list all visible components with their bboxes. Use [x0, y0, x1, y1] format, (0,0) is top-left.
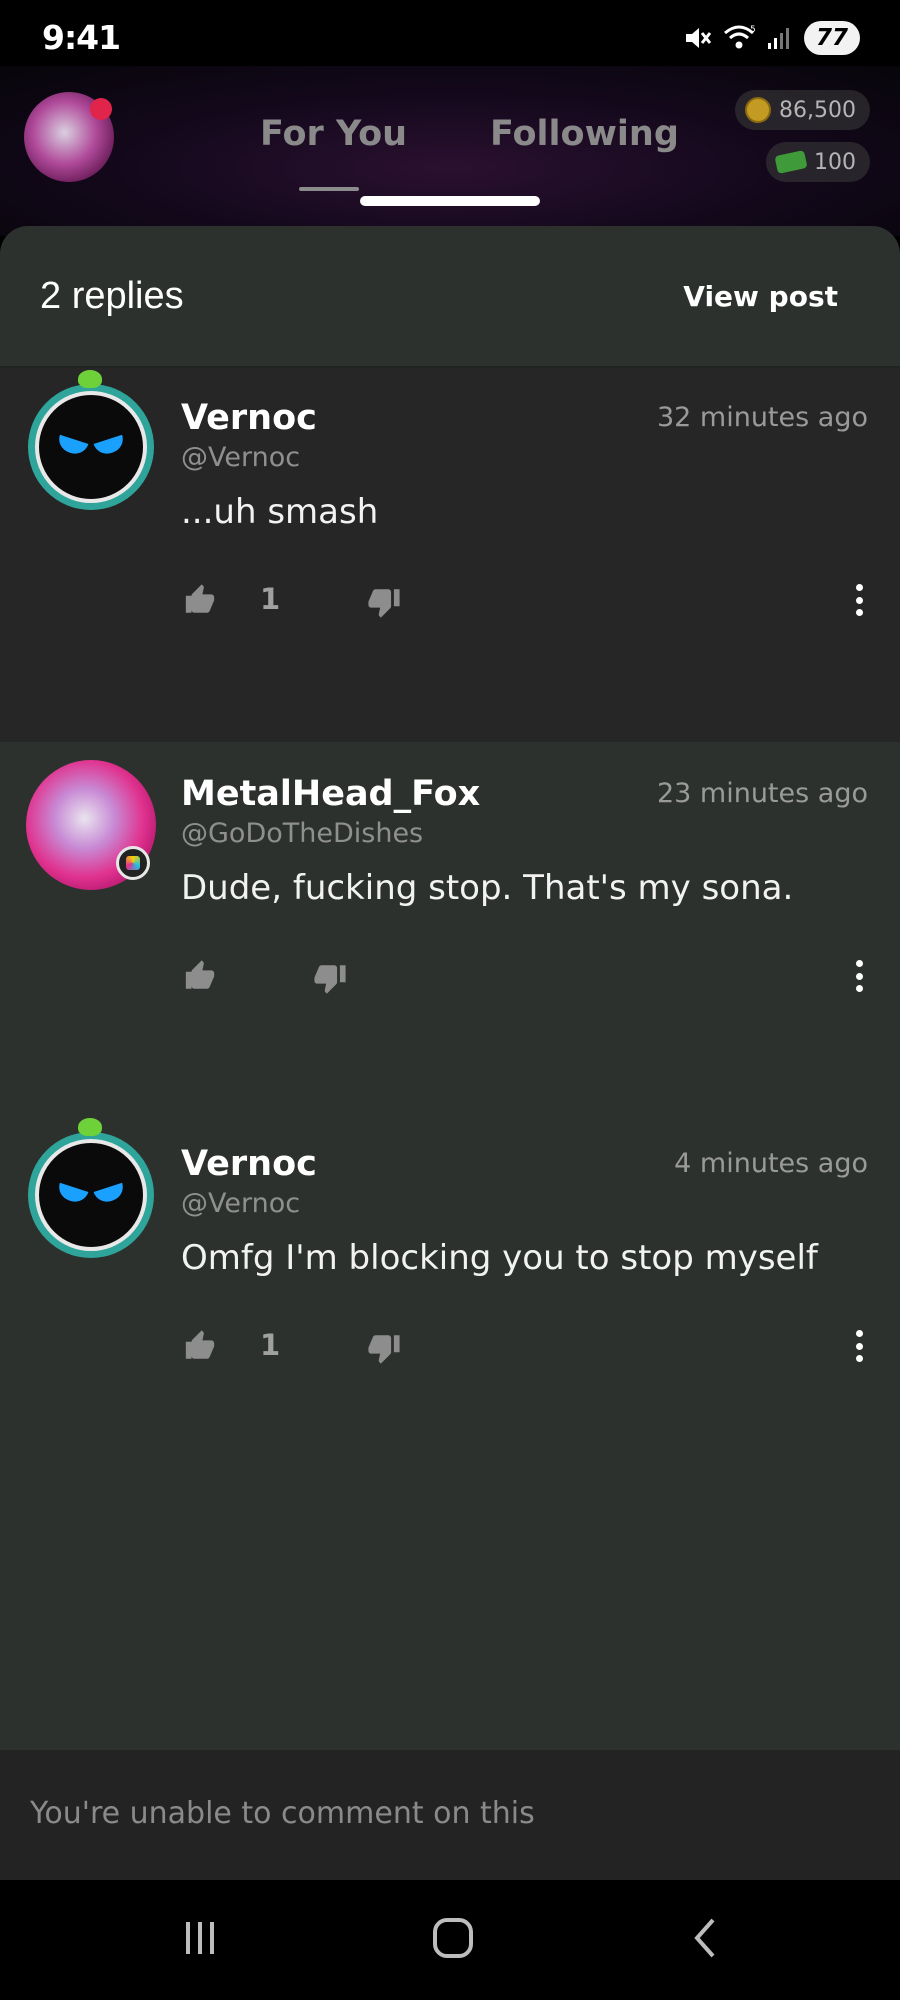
comment-bar: You're unable to comment on this [0, 1750, 900, 1880]
rainbow-badge-icon [116, 846, 150, 880]
dislike-button[interactable] [364, 582, 404, 622]
status-time: 9:41 [42, 18, 121, 57]
reply-author-name[interactable]: Vernoc [181, 398, 317, 438]
reply-text: ...uh smash [181, 492, 379, 532]
thread-header: 2 replies View post [0, 226, 900, 366]
profile-avatar[interactable] [24, 92, 114, 182]
user-avatar[interactable] [26, 760, 156, 890]
reply-timestamp: 23 minutes ago [656, 778, 868, 809]
tab-following[interactable]: Following [490, 114, 679, 154]
coin-icon [745, 97, 772, 123]
status-bar: 9:41 5 77 [0, 0, 900, 72]
dislike-button[interactable] [364, 1328, 404, 1368]
reply-author-handle[interactable]: @Vernoc [181, 442, 300, 473]
system-nav-bar [0, 1882, 900, 2000]
reply-author-handle[interactable]: @GoDoTheDishes [181, 818, 423, 849]
like-count: 1 [260, 582, 281, 616]
user-avatar[interactable] [28, 370, 154, 510]
reply-text: Omfg I'm blocking you to stop myself [181, 1238, 818, 1278]
cash-icon [774, 150, 808, 174]
more-options-button[interactable] [844, 580, 874, 620]
reply-thread-panel: 2 replies View post Vernoc @Vernoc 32 mi… [0, 226, 900, 1880]
app-screen: 9:41 5 77 For You Following 86,500 100 2… [0, 0, 900, 2000]
dislike-button[interactable] [310, 958, 350, 998]
back-button[interactable] [680, 1908, 730, 1968]
thumbs-up-icon [185, 584, 215, 613]
tab-for-you[interactable]: For You [260, 114, 407, 154]
reply-item: Vernoc @Vernoc 4 minutes ago Omfg I'm bl… [0, 1114, 900, 1486]
reply-timestamp: 4 minutes ago [674, 1148, 868, 1179]
thumbs-down-icon [314, 965, 346, 994]
back-icon [694, 1918, 715, 1958]
thumbs-up-icon [185, 960, 215, 989]
coins-value: 86,500 [779, 97, 856, 123]
home-button[interactable] [420, 1908, 486, 1968]
reply-timestamp: 32 minutes ago [656, 402, 868, 433]
reply-author-name[interactable]: MetalHead_Fox [181, 774, 480, 814]
recent-apps-icon [186, 1922, 214, 1954]
recent-apps-button[interactable] [170, 1908, 230, 1968]
thumbs-down-icon [368, 589, 400, 618]
home-icon [433, 1918, 473, 1958]
view-post-button[interactable]: View post [683, 280, 838, 313]
more-options-button[interactable] [844, 1326, 874, 1366]
more-options-button[interactable] [844, 956, 874, 996]
frog-badge-icon [78, 370, 102, 388]
frog-badge-icon [78, 1118, 102, 1136]
signal-icon [768, 28, 789, 49]
reply-item: Vernoc @Vernoc 32 minutes ago ...uh smas… [0, 368, 900, 742]
wifi-icon: 5 [724, 25, 756, 49]
tab-indicator-inactive [299, 187, 359, 191]
svg-text:5: 5 [750, 25, 756, 35]
cash-balance[interactable]: 100 [766, 142, 870, 182]
comment-disabled-notice: You're unable to comment on this [30, 1796, 535, 1831]
thumbs-down-icon [368, 1335, 400, 1364]
top-header: For You Following 86,500 100 [0, 66, 900, 236]
like-count: 1 [260, 1328, 281, 1362]
reply-text: Dude, fucking stop. That's my sona. [181, 868, 794, 908]
battery-icon: 77 [804, 21, 860, 55]
like-button[interactable] [180, 580, 220, 620]
user-avatar[interactable] [28, 1118, 154, 1258]
tab-indicator-active [360, 196, 540, 206]
notification-dot [90, 98, 112, 120]
coins-balance[interactable]: 86,500 [735, 90, 870, 130]
replies-count-title: 2 replies [40, 274, 184, 317]
like-button[interactable] [180, 1326, 220, 1366]
reply-item: MetalHead_Fox @GoDoTheDishes 23 minutes … [0, 742, 900, 1114]
reply-author-handle[interactable]: @Vernoc [181, 1188, 300, 1219]
thumbs-up-icon [185, 1330, 215, 1359]
reply-author-name[interactable]: Vernoc [181, 1144, 317, 1184]
like-button[interactable] [180, 956, 220, 996]
mute-icon [686, 28, 712, 48]
status-icons: 5 77 [682, 20, 860, 56]
cash-value: 100 [814, 149, 856, 175]
